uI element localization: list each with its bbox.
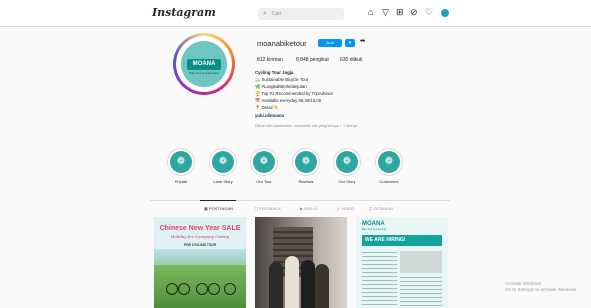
highlight-lane-story[interactable]: ❁ Lane Story (203, 148, 243, 184)
person-figure (269, 262, 283, 308)
highlight-label: Our Tour (256, 179, 272, 184)
bike-wheel (196, 283, 208, 295)
highlight-customers[interactable]: ❁ Customers (369, 148, 409, 184)
search-placeholder: Cari (272, 11, 282, 17)
bike-wheel (208, 283, 220, 295)
highlight-label: Customers (379, 179, 399, 184)
highlight-reviews[interactable]: ❁ Reviews (286, 148, 326, 184)
brand-logo: MOANA (187, 59, 221, 70)
tab-video[interactable]: ▷ VIDEO (337, 206, 354, 211)
follow-button[interactable]: Ikuti (318, 39, 342, 47)
post-text-lines (400, 277, 442, 308)
tab-tagged[interactable]: ◫ DITANDAI (369, 206, 393, 211)
bike-wheel (178, 283, 190, 295)
highlight-label: Lane Story (213, 179, 233, 184)
bio-line: 📅 Available everyday 06.30/15.00 (255, 98, 322, 103)
moana-highlight-icon: ❁ (253, 151, 275, 173)
active-tab-indicator (200, 200, 236, 201)
post-headline: WE ARE HIRING! (362, 235, 442, 246)
search-icon: ⌕ (263, 10, 267, 17)
post-brand-subtitle: Bike Tour & Adventure (362, 228, 387, 231)
brand-subtitle: Bike Tour & Adventure (189, 71, 219, 75)
bio-link[interactable]: yubi.id/moana (255, 113, 284, 118)
tabs-divider (150, 200, 450, 201)
post-text-lines (362, 252, 397, 308)
heart-icon[interactable]: ♡ (425, 7, 433, 17)
bio-line: 🌿 #LangkahBerkelanjutan (255, 84, 307, 89)
person-figure (301, 260, 315, 308)
windows-activation-watermark: Activate Windows Go to Settings to activ… (505, 281, 578, 293)
compass-icon[interactable]: ⊘ (410, 7, 418, 17)
profile-picture[interactable]: MOANA Bike Tour & Adventure (173, 33, 235, 95)
post-thumbnail[interactable] (255, 217, 347, 308)
person-figure (285, 256, 299, 308)
highlight-label: Private (174, 179, 188, 184)
bio-line: 📍 Detail 👇 (255, 105, 280, 110)
highlight-label: Our Story (338, 179, 356, 184)
more-options-icon[interactable]: ••• (360, 38, 365, 45)
bio-line: 🚲 Sustainable Bicycle Tour (255, 77, 309, 82)
moana-highlight-icon: ❁ (170, 151, 192, 173)
home-icon[interactable]: ⌂ (368, 7, 373, 17)
moana-highlight-icon: ❁ (212, 151, 234, 173)
tab-reels[interactable]: ▶ REELS (300, 206, 318, 211)
bio-name: Cycling Tour Jogja (255, 70, 294, 75)
watermark-line: Go to Settings to activate Windows. (505, 287, 578, 292)
tab-posts[interactable]: ▦ POSTINGAN (204, 206, 233, 211)
moana-highlight-icon: ❁ (378, 151, 400, 173)
instagram-logo[interactable]: Instagram (152, 6, 216, 19)
bio-line: 🏆 Top #1 Recommended by TripAdvisor (255, 91, 334, 96)
post-detail: FOR CYCLING TOUR (184, 243, 216, 247)
search-input[interactable]: ⌕ Cari (258, 8, 344, 20)
bike-wheel (224, 283, 236, 295)
profile-username: moanabiketour (257, 39, 307, 48)
suggestions-dropdown-button[interactable]: ▾ (345, 39, 355, 47)
moana-highlight-icon: ❁ (295, 151, 317, 173)
highlight-our-story[interactable]: ❁ Our Story (327, 148, 367, 184)
highlight-private[interactable]: ❁ Private (161, 148, 201, 184)
post-thumbnail[interactable]: Chinese New Year SALE Holiday for Compan… (154, 217, 246, 308)
bike-wheel (166, 283, 178, 295)
followers-count[interactable]: 8,848 pengikut (296, 57, 329, 63)
post-title: Chinese New Year SALE (159, 225, 241, 232)
add-post-icon[interactable]: ⊞ (396, 7, 404, 17)
highlight-our-tour[interactable]: ❁ Our Tour (244, 148, 284, 184)
person-figure (315, 264, 329, 308)
highlight-label: Reviews (298, 179, 314, 184)
followed-by-text[interactable]: Diikuti oleh karsembike, moanainfo dan y… (255, 124, 357, 129)
direct-icon[interactable]: ▽ (382, 7, 389, 17)
tab-feedback[interactable]: ▢ FEEDBACK (254, 206, 281, 211)
post-brand: MOANA (362, 221, 385, 227)
posts-count: 812 kiriman (257, 57, 283, 63)
post-photo (400, 251, 442, 273)
top-navigation-bar: Instagram ⌕ Cari ⌂ ▽ ⊞ ⊘ ♡ (0, 0, 591, 27)
post-subtitle: Holiday for Company Outing (170, 234, 230, 239)
avatar[interactable] (441, 9, 449, 17)
following-count[interactable]: 630 diikuti (340, 57, 363, 63)
post-thumbnail[interactable]: MOANA Bike Tour & Adventure WE ARE HIRIN… (356, 217, 448, 308)
moana-highlight-icon: ❁ (336, 151, 358, 173)
